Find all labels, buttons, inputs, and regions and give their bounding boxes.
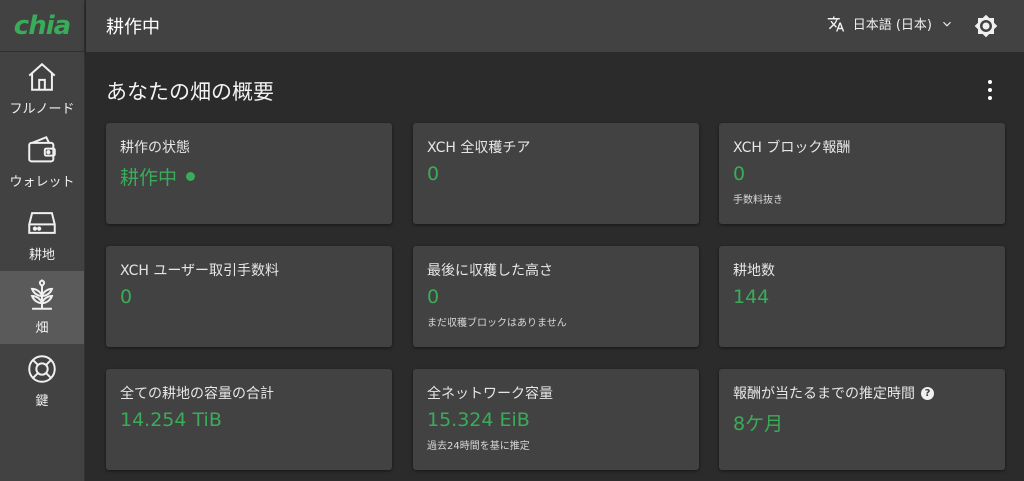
card-plot-count: 耕地数 144 [719, 246, 1005, 347]
card-label: 耕作の状態 [120, 140, 190, 156]
sidebar-item-wallet[interactable]: ウォレット [0, 125, 84, 198]
language-selector[interactable]: 日本語 (日本) [827, 14, 954, 33]
card-farming-status: 耕作の状態 耕作中 [106, 123, 392, 224]
section-title: あなたの畑の概要 [106, 80, 274, 104]
status-dot [186, 172, 196, 181]
card-last-height-farmed: 最後に収穫した高さ 0 まだ収穫ブロックはありません [413, 246, 699, 347]
language-label: 日本語 (日本) [852, 18, 932, 33]
card-label: 報酬が当たるまでの推定時間 [733, 386, 915, 402]
more-vertical-icon [988, 80, 992, 84]
plant-icon [30, 279, 54, 310]
card-value: 0 [427, 163, 440, 185]
card-note: 手数料抜き [733, 195, 783, 206]
card-label: 全ネットワーク容量 [427, 386, 553, 402]
card-user-fees: XCH ユーザー取引手数料 0 [106, 246, 392, 347]
sidebar-item-label: 耕地 [28, 248, 55, 263]
card-label: XCH 全収穫チア [427, 140, 531, 156]
card-value: 0 [120, 286, 133, 308]
sidebar-item-keys[interactable]: 鍵 [0, 344, 84, 417]
card-note: まだ収穫ブロックはありません [427, 318, 567, 329]
card-value: 0 [427, 286, 440, 308]
home-icon [28, 62, 56, 91]
card-block-rewards: XCH ブロック報酬 0 手数料抜き [719, 123, 1005, 224]
card-total-xch-farmed: XCH 全収穫チア 0 [413, 123, 699, 224]
more-dot [988, 88, 992, 92]
card-network-space: 全ネットワーク容量 15.324 EiB 過去24時間を基に推定 [413, 369, 699, 470]
sidebar-item-label: フルノード [9, 102, 75, 117]
main-content: あなたの畑の概要 耕作の状態 耕作中 XCH 全収穫チア 0 XCH ブロック報… [86, 52, 1024, 481]
sidebar-item-farm[interactable]: 畑 [0, 271, 84, 344]
card-note: 過去24時間を基に推定 [427, 441, 530, 452]
card-label: 最後に収穫した高さ [427, 263, 553, 279]
sidebar-item-label: 畑 [35, 321, 49, 336]
card-value: 15.324 EiB [427, 409, 530, 431]
sidebar-item-full-node[interactable]: フルノード [0, 52, 84, 125]
card-value: 0 [733, 163, 746, 185]
card-label: 全ての耕地の容量の合計 [120, 386, 274, 402]
card-label-row: 報酬が当たるまでの推定時間 ? [733, 383, 991, 403]
hard-drive-icon [28, 212, 56, 234]
sidebar-item-label: ウォレット [9, 175, 75, 190]
page-title: 耕作中 [106, 17, 160, 38]
card-value: 8ケ月 [733, 413, 784, 435]
more-dot [988, 96, 992, 100]
card-label: XCH ブロック報酬 [733, 140, 851, 156]
sidebar-item-plots[interactable]: 耕地 [0, 198, 84, 271]
card-total-plot-size: 全ての耕地の容量の合計 14.254 TiB [106, 369, 392, 470]
translate-icon [827, 16, 844, 31]
logo-text: chia [13, 10, 71, 41]
help-icon[interactable]: ? [921, 386, 934, 400]
card-expected-time-to-win: 報酬が当たるまでの推定時間 ? 8ケ月 [719, 369, 1005, 470]
chevron-down-icon [943, 21, 951, 27]
lifebuoy-icon [28, 355, 56, 383]
card-label: XCH ユーザー取引手数料 [120, 263, 280, 279]
card-value: 耕作中 [120, 167, 178, 189]
more-options-button[interactable] [978, 80, 1002, 100]
top-bar: 耕作中 日本語 (日本) [86, 0, 1024, 52]
card-value: 144 [733, 286, 770, 308]
card-value-row: 耕作中 [120, 163, 378, 190]
chia-logo[interactable]: chia [0, 0, 84, 52]
card-value: 14.254 TiB [120, 409, 222, 431]
sidebar: chia フルノード ウォレット 耕地 畑 鍵 [0, 0, 85, 481]
wallet-icon [28, 135, 56, 163]
sidebar-item-label: 鍵 [35, 394, 49, 409]
card-label: 耕地数 [733, 263, 775, 279]
brightness-icon[interactable] [974, 14, 998, 38]
